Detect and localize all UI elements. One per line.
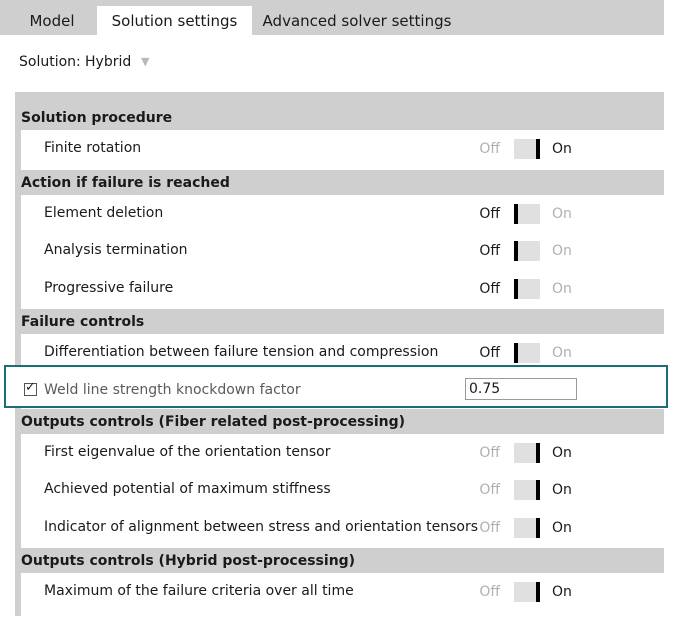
toggle-knob[interactable]	[536, 443, 540, 463]
section-header: Solution procedure	[15, 105, 664, 131]
toggle-off-label: Off	[479, 482, 500, 498]
toggle-on-label: On	[552, 243, 572, 259]
toggle-off-label: Off	[479, 445, 500, 461]
toggle-knob[interactable]	[514, 343, 518, 363]
tab-solution-settings[interactable]: Solution settings	[97, 6, 252, 35]
setting-row: Achieved potential of maximum stiffness O…	[21, 471, 664, 508]
toggle-knob[interactable]	[536, 480, 540, 500]
toggle-on-label: On	[552, 482, 572, 498]
toggle-knob[interactable]	[536, 582, 540, 602]
toggle-on-label: On	[552, 520, 572, 536]
on-off-toggle[interactable]: Off On	[478, 279, 598, 299]
toggle-off-label: Off	[479, 243, 500, 259]
toggle-on-label: On	[552, 445, 572, 461]
toggle-on-label: On	[552, 584, 572, 600]
setting-label: Progressive failure	[44, 280, 174, 296]
setting-row: Maximum of the failure criteria over all…	[21, 573, 664, 610]
setting-label: Element deletion	[44, 205, 164, 221]
toggle-off-label: Off	[479, 141, 500, 157]
setting-row: Analysis termination Off On	[21, 232, 664, 269]
toggle-knob[interactable]	[514, 241, 518, 261]
section-header: Action if failure is reached	[15, 170, 664, 196]
on-off-toggle[interactable]: Off On	[478, 443, 598, 463]
on-off-toggle[interactable]: Off On	[478, 241, 598, 261]
setting-label: Analysis termination	[44, 242, 188, 258]
toggle-off-label: Off	[479, 345, 500, 361]
setting-label: Finite rotation	[44, 140, 142, 156]
setting-label: Maximum of the failure criteria over all…	[44, 583, 354, 599]
weld-line-label: Weld line strength knockdown factor	[44, 382, 301, 398]
toggle-knob[interactable]	[536, 139, 540, 159]
section-header: Outputs controls (Fiber related post-pro…	[15, 409, 664, 435]
on-off-toggle[interactable]: Off On	[478, 139, 598, 159]
weld-line-factor-input[interactable]	[465, 378, 577, 400]
setting-label: First eigenvalue of the orientation tens…	[44, 444, 331, 460]
toggle-knob[interactable]	[514, 279, 518, 299]
on-off-toggle[interactable]: Off On	[478, 518, 598, 538]
chevron-down-icon[interactable]: ▼	[141, 55, 149, 68]
setting-label: Indicator of alignment between stress an…	[44, 519, 479, 535]
toggle-off-label: Off	[479, 520, 500, 536]
toggle-off-label: Off	[479, 281, 500, 297]
checkmark-icon: ✓	[25, 380, 36, 395]
setting-row: Progressive failure Off On	[21, 270, 664, 307]
section-header: Outputs controls (Hybrid post-processing…	[15, 548, 664, 574]
on-off-toggle[interactable]: Off On	[478, 480, 598, 500]
toggle-on-label: On	[552, 141, 572, 157]
tab-advanced-solver-settings[interactable]: Advanced solver settings	[253, 6, 461, 35]
setting-row: Finite rotation Off On	[21, 130, 664, 167]
panel-header-strip	[15, 92, 664, 106]
toggle-on-label: On	[552, 281, 572, 297]
toggle-off-label: Off	[479, 584, 500, 600]
toggle-knob[interactable]	[514, 204, 518, 224]
toggle-on-label: On	[552, 206, 572, 222]
setting-row: Element deletion Off On	[21, 195, 664, 232]
solution-dropdown[interactable]: Hybrid	[85, 54, 131, 70]
section-header: Failure controls	[15, 309, 664, 335]
on-off-toggle[interactable]: Off On	[478, 343, 598, 363]
on-off-toggle[interactable]: Off On	[478, 582, 598, 602]
on-off-toggle[interactable]: Off On	[478, 204, 598, 224]
setting-row: First eigenvalue of the orientation tens…	[21, 434, 664, 471]
tab-bar: Model Solution settings Advanced solver …	[0, 0, 664, 35]
solution-label: Solution:	[19, 54, 81, 70]
setting-label: Achieved potential of maximum stiffness	[44, 481, 331, 497]
tab-model[interactable]: Model	[8, 6, 96, 35]
toggle-knob[interactable]	[536, 518, 540, 538]
toggle-on-label: On	[552, 345, 572, 361]
toggle-off-label: Off	[479, 206, 500, 222]
setting-row: Indicator of alignment between stress an…	[21, 509, 664, 546]
